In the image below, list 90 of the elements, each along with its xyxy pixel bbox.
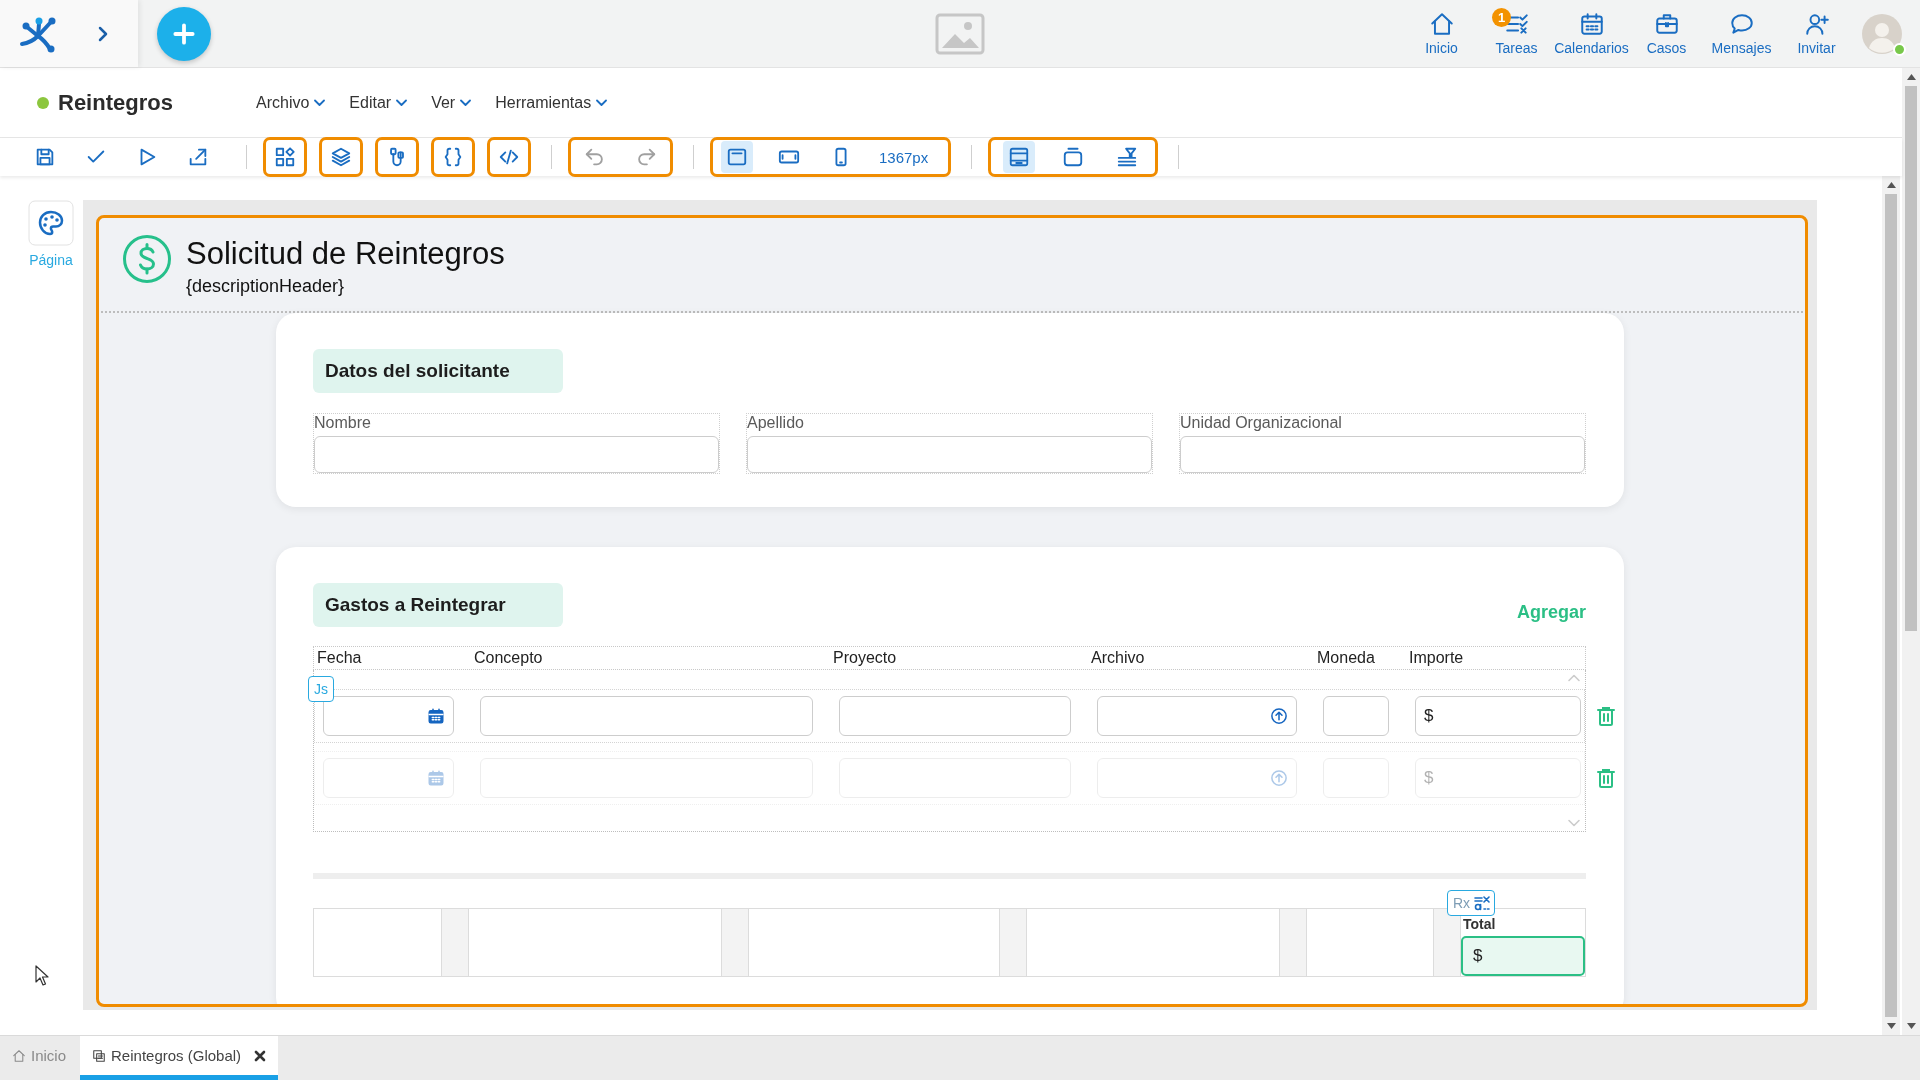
- house-icon: [1428, 11, 1455, 37]
- avatar-icon[interactable]: [1862, 13, 1902, 54]
- document-title: Reintegros: [58, 89, 173, 116]
- input-field[interactable]: [314, 436, 719, 473]
- arrow-up-icon[interactable]: [1886, 182, 1896, 188]
- scrollbar-thumb[interactable]: [1885, 194, 1897, 1017]
- form-icon: [92, 1048, 107, 1063]
- layout-icon: [1008, 146, 1031, 168]
- chevron-down-icon: [396, 98, 408, 107]
- field-label: Apellido: [747, 414, 804, 432]
- frame-icon: [1062, 146, 1085, 168]
- upload-icon: [1270, 769, 1288, 787]
- input-field[interactable]: [1180, 436, 1585, 473]
- menu-button[interactable]: Archivo: [256, 93, 326, 112]
- field-label: Nombre: [314, 414, 371, 432]
- grid-icon: [274, 146, 296, 168]
- input-field[interactable]: [1323, 696, 1389, 736]
- form-title: Solicitud de Reintegros: [186, 236, 505, 272]
- viewport-width: 1367px: [879, 148, 929, 166]
- palette-icon: [28, 200, 74, 246]
- image-icon: [935, 12, 985, 55]
- add-user-icon: [1803, 11, 1830, 37]
- amount-field[interactable]: $: [1415, 696, 1581, 736]
- briefcase-icon: [1653, 11, 1680, 37]
- file-field[interactable]: [1097, 696, 1297, 736]
- nav-button[interactable]: Invitar: [1779, 11, 1854, 56]
- undo-icon: [584, 146, 606, 168]
- scrollbar[interactable]: [1902, 68, 1920, 1035]
- scrollbar-thumb[interactable]: [1905, 86, 1917, 631]
- field-label: Unidad Organizacional: [1180, 414, 1342, 432]
- desktop-icon: [726, 146, 748, 168]
- formula-icon: [1474, 895, 1490, 911]
- form-description: {descriptionHeader}: [186, 276, 346, 297]
- column-header: Proyecto: [833, 649, 897, 667]
- date-field[interactable]: [323, 696, 454, 736]
- nav-button[interactable]: Tareas 1: [1479, 11, 1554, 56]
- column-header: Fecha: [317, 649, 362, 667]
- speech-bubble-icon: [1728, 11, 1755, 37]
- layers-icon: [330, 146, 352, 168]
- chevron-down-icon: [596, 98, 608, 107]
- column-header: Importe: [1409, 649, 1464, 667]
- status-dot-icon: [37, 96, 49, 109]
- cursor-icon: [35, 965, 49, 986]
- align-icon: [1116, 146, 1139, 168]
- input-field[interactable]: [839, 696, 1071, 736]
- script-button[interactable]: Js: [308, 676, 334, 702]
- nav-button[interactable]: Casos: [1629, 11, 1704, 56]
- column-header: Moneda: [1317, 649, 1375, 667]
- section-heading: Datos del solicitante: [313, 349, 563, 393]
- page-button[interactable]: Página: [28, 200, 74, 268]
- section-heading: Gastos a Reintegrar: [313, 583, 563, 627]
- calendar-icon: [1578, 11, 1605, 37]
- field-label: Total: [1463, 916, 1496, 932]
- chevron-up-icon: [1567, 673, 1581, 682]
- formula-button[interactable]: Rx: [1446, 890, 1495, 916]
- calendar-icon: [427, 769, 445, 787]
- total-field[interactable]: $: [1461, 936, 1585, 976]
- chevron-down-icon: [1567, 819, 1581, 828]
- nav-button[interactable]: Inicio: [1404, 11, 1479, 56]
- menu-button[interactable]: Editar: [349, 93, 408, 112]
- nav-button[interactable]: Calendarios: [1554, 11, 1629, 56]
- house-icon: [12, 1048, 26, 1063]
- scrollbar[interactable]: [1882, 176, 1900, 1035]
- upload-icon: [1270, 707, 1288, 725]
- chevron-down-icon: [460, 98, 472, 107]
- dollar-icon: [122, 234, 172, 284]
- chevron-right-icon: [97, 25, 109, 42]
- add-button[interactable]: [157, 6, 211, 61]
- menu-button[interactable]: Herramientas: [495, 93, 608, 112]
- arrow-up-icon[interactable]: [1906, 74, 1916, 80]
- tab[interactable]: Reintegros (Global): [80, 1036, 279, 1080]
- nav-button[interactable]: Mensajes: [1704, 11, 1779, 56]
- calendar-icon: [427, 707, 445, 725]
- close-icon[interactable]: [254, 1049, 267, 1062]
- checklist-icon: [1503, 11, 1530, 37]
- trash-icon[interactable]: [1597, 768, 1615, 788]
- count-badge: 1: [1492, 8, 1511, 27]
- menu-button[interactable]: Ver: [431, 93, 472, 112]
- column-header: Archivo: [1091, 649, 1145, 667]
- chevron-down-icon: [314, 98, 326, 107]
- input-field[interactable]: [480, 696, 813, 736]
- tab[interactable]: Inicio: [0, 1036, 81, 1080]
- column-header: Concepto: [474, 649, 543, 667]
- desktop-view-button[interactable]: [721, 141, 753, 173]
- braces-icon: [442, 146, 464, 168]
- trash-icon[interactable]: [1597, 706, 1615, 726]
- redo-icon: [635, 146, 657, 168]
- input-field[interactable]: [747, 436, 1152, 473]
- export-icon: [187, 146, 209, 168]
- layout-button[interactable]: [1003, 141, 1036, 173]
